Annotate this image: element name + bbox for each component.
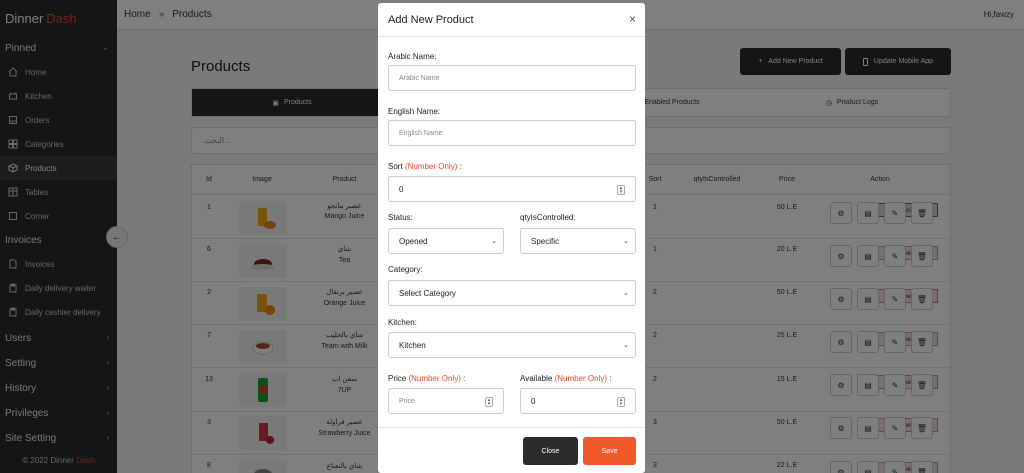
- chevron-down-icon: ⌄: [491, 238, 497, 245]
- qty-controlled-select[interactable]: Specific ⌄: [520, 228, 636, 254]
- sort-input[interactable]: 0 ▴ ▾: [388, 176, 636, 202]
- modal-footer: Close Save: [378, 427, 645, 473]
- chevron-down-icon: ⌄: [623, 342, 629, 349]
- sort-label: Sort (Number Only) :: [388, 162, 462, 171]
- english-name-label: English Name:: [388, 107, 441, 116]
- close-button[interactable]: Close: [523, 437, 578, 465]
- price-label: Price (Number Only) :: [388, 374, 466, 383]
- add-product-modal: Add New Product × Arabic Name: Arabic Na…: [378, 3, 645, 473]
- available-input[interactable]: 0 ▴ ▾: [520, 388, 636, 414]
- chevron-down-icon: ⌄: [623, 290, 629, 297]
- number-stepper[interactable]: ▴ ▾: [617, 185, 625, 195]
- arabic-name-label: Arabic Name:: [388, 52, 437, 61]
- arabic-name-input[interactable]: Arabic Name: [388, 65, 636, 91]
- modal-header: Add New Product ×: [378, 3, 645, 37]
- category-label: Category:: [388, 265, 423, 274]
- price-input[interactable]: Price ▴ ▾: [388, 388, 504, 414]
- kitchen-label: Kitchen:: [388, 318, 417, 327]
- kitchen-select[interactable]: Kitchen ⌄: [388, 332, 636, 358]
- status-label: Status:: [388, 213, 413, 222]
- save-button[interactable]: Save: [583, 437, 636, 465]
- chevron-down-icon: ⌄: [623, 238, 629, 245]
- qty-controlled-label: qtyIsControlled:: [520, 213, 576, 222]
- status-select[interactable]: Opened ⌄: [388, 228, 504, 254]
- number-stepper[interactable]: ▴ ▾: [617, 397, 625, 407]
- close-icon[interactable]: ×: [629, 12, 636, 26]
- english-name-input[interactable]: English Name: [388, 120, 636, 146]
- number-stepper[interactable]: ▴ ▾: [485, 397, 493, 407]
- modal-title: Add New Product: [388, 14, 474, 26]
- available-label: Available (Number Only) :: [520, 374, 612, 383]
- category-select[interactable]: Select Category ⌄: [388, 280, 636, 306]
